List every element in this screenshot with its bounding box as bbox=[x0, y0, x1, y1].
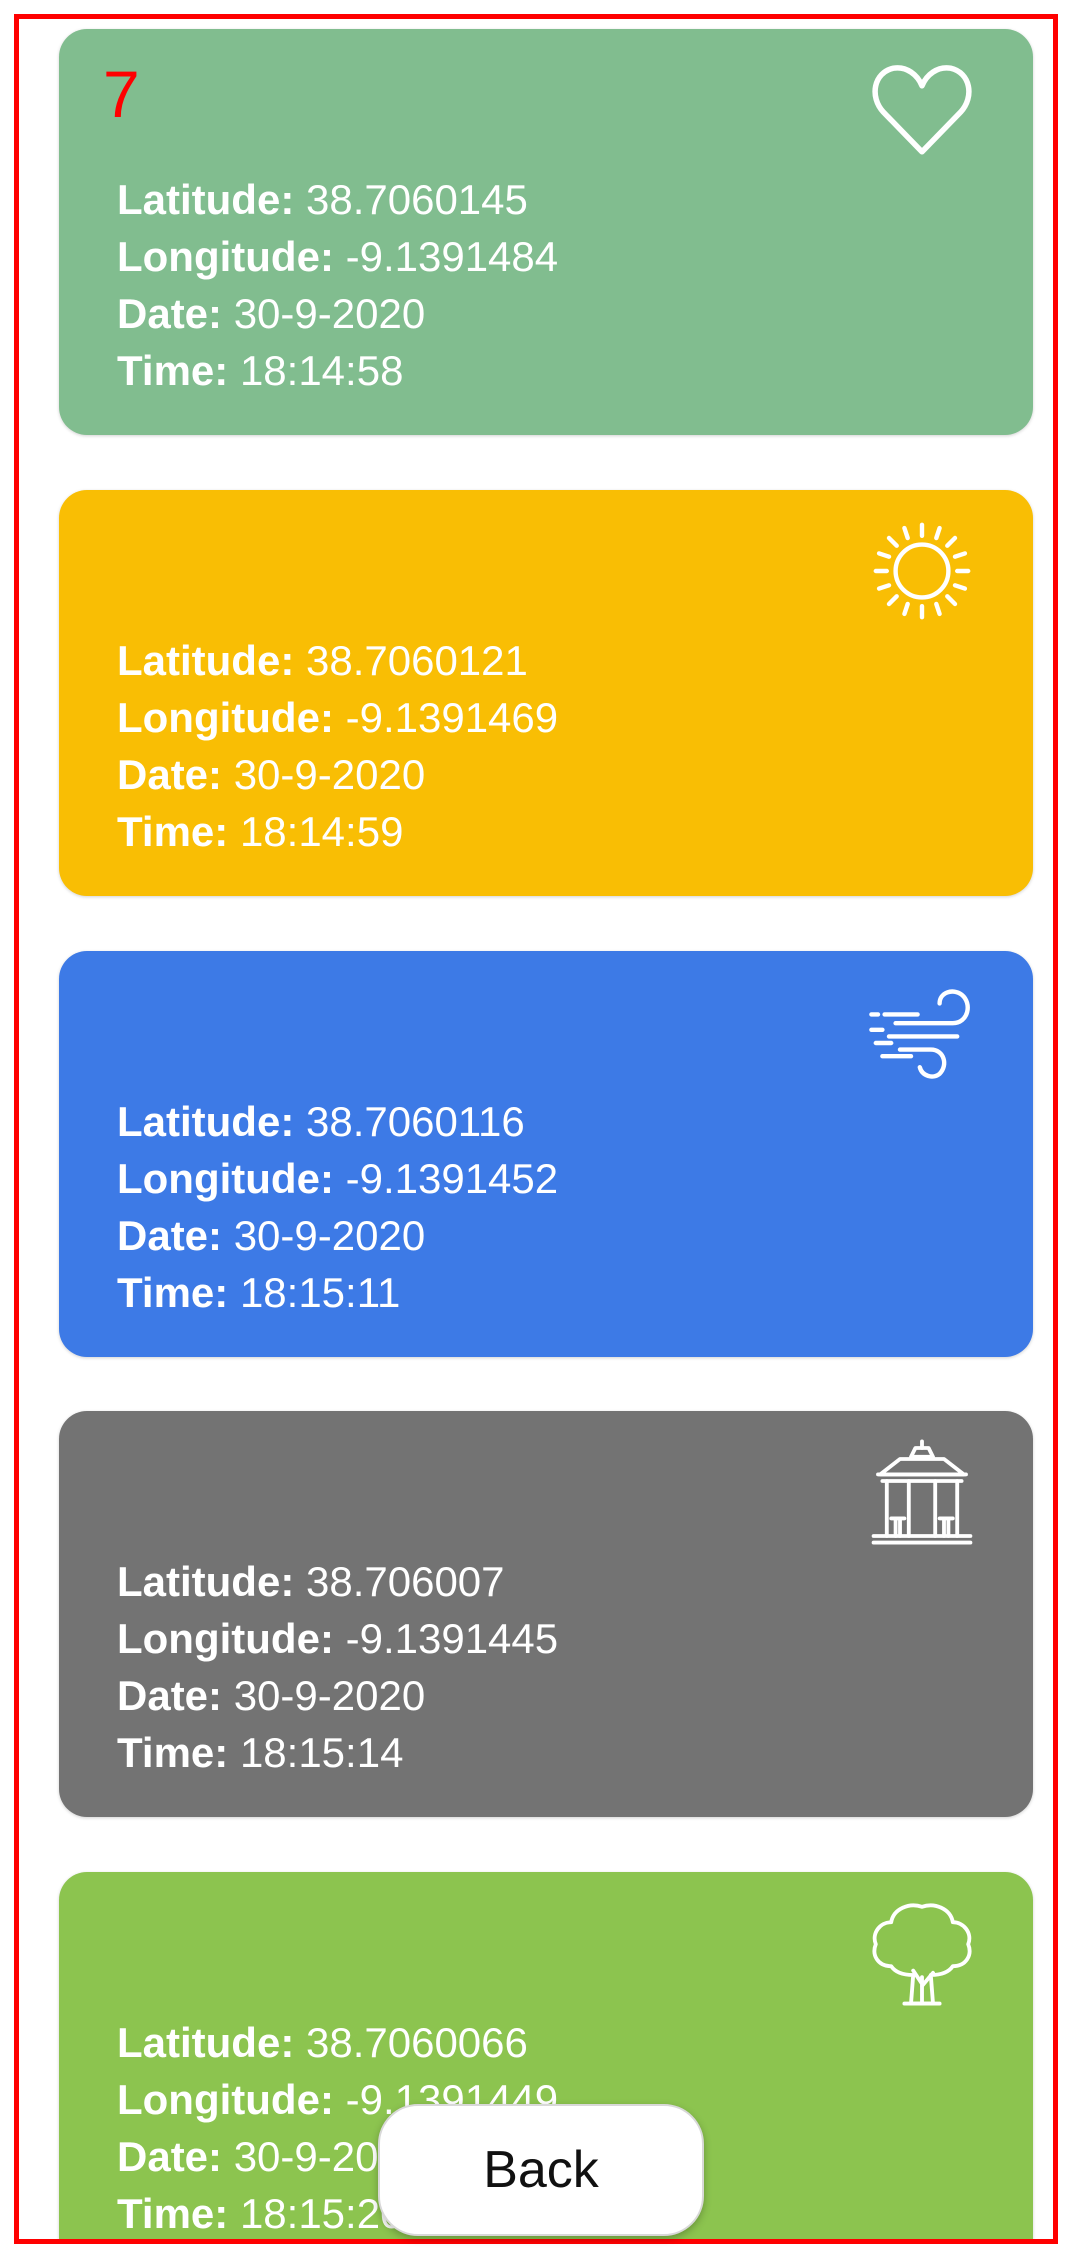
longitude-label: Longitude: bbox=[117, 1155, 334, 1202]
latitude-label: Latitude: bbox=[117, 1558, 295, 1605]
location-card[interactable]: Latitude: 38.7060121 Longitude: -9.13914… bbox=[59, 490, 1033, 896]
date-label: Date: bbox=[117, 290, 223, 337]
card-fields: Latitude: 38.706007 Longitude: -9.139144… bbox=[117, 1553, 558, 1781]
date-value: 30-9-2020 bbox=[233, 290, 426, 337]
screen-frame: 7 Latitude: 38.7060145 Longitude: -9.139… bbox=[14, 14, 1058, 2244]
time-row: Time: 18:14:59 bbox=[117, 803, 558, 860]
date-label: Date: bbox=[117, 2133, 223, 2180]
longitude-label: Longitude: bbox=[117, 233, 334, 280]
wind-icon[interactable] bbox=[867, 977, 977, 1087]
longitude-label: Longitude: bbox=[117, 2076, 334, 2123]
latitude-label: Latitude: bbox=[117, 1098, 295, 1145]
latitude-value: 38.706007 bbox=[305, 1558, 505, 1605]
longitude-row: Longitude: -9.1391445 bbox=[117, 1610, 558, 1667]
date-row: Date: 30-9-2020 bbox=[117, 285, 558, 342]
latitude-row: Latitude: 38.7060121 bbox=[117, 632, 558, 689]
gazebo-icon[interactable] bbox=[867, 1437, 977, 1547]
date-label: Date: bbox=[117, 751, 223, 798]
time-label: Time: bbox=[117, 1729, 229, 1776]
time-label: Time: bbox=[117, 1269, 229, 1316]
location-card[interactable]: Latitude: 38.7060116 Longitude: -9.13914… bbox=[59, 951, 1033, 1357]
latitude-value: 38.7060116 bbox=[305, 1098, 525, 1145]
card-fields: Latitude: 38.7060116 Longitude: -9.13914… bbox=[117, 1093, 558, 1321]
latitude-row: Latitude: 38.7060066 bbox=[117, 2014, 558, 2071]
date-row: Date: 30-9-2020 bbox=[117, 1207, 558, 1264]
date-row: Date: 30-9-2020 bbox=[117, 746, 558, 803]
longitude-value: -9.1391484 bbox=[345, 233, 559, 280]
card-number: 7 bbox=[103, 57, 140, 131]
longitude-label: Longitude: bbox=[117, 1615, 334, 1662]
card-fields: Latitude: 38.7060121 Longitude: -9.13914… bbox=[117, 632, 558, 860]
time-label: Time: bbox=[117, 808, 229, 855]
time-value: 18:15:11 bbox=[239, 1269, 401, 1316]
latitude-row: Latitude: 38.7060116 bbox=[117, 1093, 558, 1150]
heart-icon[interactable] bbox=[867, 55, 977, 165]
latitude-label: Latitude: bbox=[117, 2019, 295, 2066]
time-row: Time: 18:15:14 bbox=[117, 1724, 558, 1781]
longitude-row: Longitude: -9.1391469 bbox=[117, 689, 558, 746]
longitude-row: Longitude: -9.1391452 bbox=[117, 1150, 558, 1207]
sun-icon[interactable] bbox=[867, 516, 977, 626]
longitude-value: -9.1391469 bbox=[345, 694, 559, 741]
date-row: Date: 30-9-2020 bbox=[117, 1667, 558, 1724]
date-value: 30-9-2020 bbox=[233, 1672, 426, 1719]
time-row: Time: 18:15:11 bbox=[117, 1264, 558, 1321]
date-value: 30-9-2020 bbox=[233, 751, 426, 798]
time-row: Time: 18:14:58 bbox=[117, 342, 558, 399]
date-label: Date: bbox=[117, 1212, 223, 1259]
time-label: Time: bbox=[117, 2190, 229, 2237]
longitude-value: -9.1391452 bbox=[345, 1155, 559, 1202]
location-card[interactable]: 7 Latitude: 38.7060145 Longitude: -9.139… bbox=[59, 29, 1033, 435]
time-value: 18:14:59 bbox=[239, 808, 404, 855]
date-label: Date: bbox=[117, 1672, 223, 1719]
location-list[interactable]: 7 Latitude: 38.7060145 Longitude: -9.139… bbox=[19, 19, 1053, 2239]
longitude-row: Longitude: -9.1391484 bbox=[117, 228, 558, 285]
longitude-label: Longitude: bbox=[117, 694, 334, 741]
back-button[interactable]: Back bbox=[378, 2104, 704, 2236]
latitude-value: 38.7060066 bbox=[305, 2019, 528, 2066]
tree-icon[interactable] bbox=[867, 1898, 977, 2008]
time-label: Time: bbox=[117, 347, 229, 394]
longitude-value: -9.1391445 bbox=[345, 1615, 559, 1662]
latitude-label: Latitude: bbox=[117, 176, 295, 223]
latitude-value: 38.7060145 bbox=[305, 176, 528, 223]
time-value: 18:15:14 bbox=[239, 1729, 404, 1776]
time-value: 18:14:58 bbox=[239, 347, 404, 394]
date-value: 30-9-2020 bbox=[233, 1212, 426, 1259]
location-card[interactable]: Latitude: 38.706007 Longitude: -9.139144… bbox=[59, 1411, 1033, 1817]
card-fields: Latitude: 38.7060145 Longitude: -9.13914… bbox=[117, 171, 558, 399]
latitude-row: Latitude: 38.706007 bbox=[117, 1553, 558, 1610]
latitude-label: Latitude: bbox=[117, 637, 295, 684]
latitude-value: 38.7060121 bbox=[305, 637, 528, 684]
latitude-row: Latitude: 38.7060145 bbox=[117, 171, 558, 228]
